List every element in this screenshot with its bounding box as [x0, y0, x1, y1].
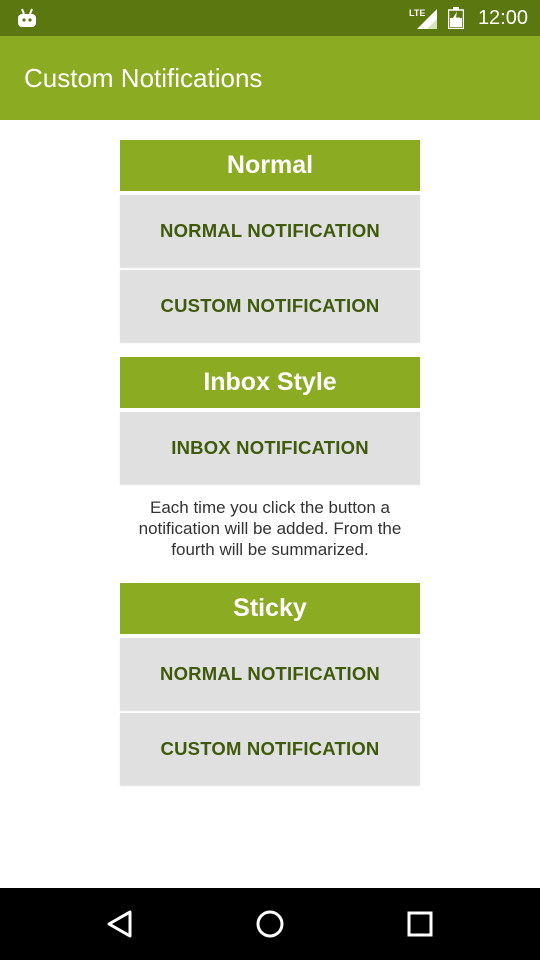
section-header-inbox-style: Inbox Style	[120, 357, 420, 408]
battery-icon	[448, 7, 464, 29]
status-clock: 12:00	[477, 7, 528, 29]
sticky-normal-notification-button[interactable]: NORMAL NOTIFICATION	[120, 638, 420, 710]
navigation-bar	[0, 888, 540, 960]
lte-signal-icon: LTE	[409, 8, 437, 29]
normal-notification-button[interactable]: NORMAL NOTIFICATION	[120, 195, 420, 267]
section-header-sticky: Sticky	[120, 583, 420, 634]
lte-label: LTE	[409, 8, 425, 18]
back-icon[interactable]	[100, 904, 140, 944]
recents-icon[interactable]	[400, 904, 440, 944]
inbox-notification-button[interactable]: INBOX NOTIFICATION	[120, 412, 420, 484]
sticky-custom-notification-button[interactable]: CUSTOM NOTIFICATION	[120, 713, 420, 785]
app-bar: Custom Notifications	[0, 36, 540, 120]
android-icon	[18, 8, 36, 27]
custom-notification-button[interactable]: CUSTOM NOTIFICATION	[120, 270, 420, 342]
home-icon[interactable]	[250, 904, 290, 944]
status-bar: LTE 12:00	[0, 0, 540, 36]
section-header-normal: Normal	[120, 140, 420, 191]
inbox-description: Each time you click the button a notific…	[138, 498, 402, 559]
app-title: Custom Notifications	[24, 63, 263, 93]
